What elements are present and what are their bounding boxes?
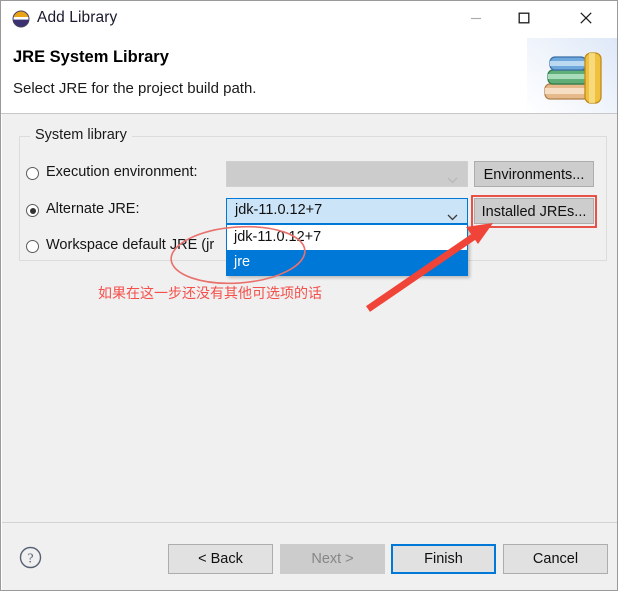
title-bar: Add Library xyxy=(1,1,617,38)
radio-label-workspace-default-jre: Workspace default JRE (jr xyxy=(46,237,215,253)
finish-button[interactable]: Finish xyxy=(391,544,496,574)
close-button[interactable] xyxy=(563,1,609,35)
window-title: Add Library xyxy=(37,9,118,26)
next-button: Next > xyxy=(280,544,385,574)
execution-environment-combo[interactable] xyxy=(226,161,468,187)
add-library-dialog: Add Library JRE System Library Select JR… xyxy=(0,0,618,591)
radio-workspace-default-jre[interactable] xyxy=(26,240,39,253)
dropdown-item[interactable]: jre xyxy=(227,250,467,275)
maximize-icon xyxy=(518,12,530,24)
radio-label-execution-environment: Execution environment: xyxy=(46,164,198,180)
footer-separator xyxy=(2,522,617,523)
radio-alternate-jre[interactable] xyxy=(26,204,39,217)
alternate-jre-combo-value: jdk-11.0.12+7 xyxy=(235,202,323,218)
alternate-jre-dropdown-list[interactable]: jdk-11.0.12+7 jre xyxy=(226,224,468,276)
svg-text:?: ? xyxy=(28,551,34,566)
dropdown-item[interactable]: jdk-11.0.12+7 xyxy=(227,225,467,250)
alternate-jre-combo[interactable]: jdk-11.0.12+7 xyxy=(226,198,468,224)
minimize-button[interactable] xyxy=(453,1,499,35)
maximize-button[interactable] xyxy=(501,1,547,35)
dialog-header: JRE System Library Select JRE for the pr… xyxy=(2,38,617,114)
chevron-down-icon xyxy=(447,171,458,189)
radio-execution-environment[interactable] xyxy=(26,167,39,180)
minimize-icon xyxy=(471,17,481,20)
radio-label-alternate-jre: Alternate JRE: xyxy=(46,201,140,217)
page-title: JRE System Library xyxy=(13,48,169,66)
cancel-button[interactable]: Cancel xyxy=(503,544,608,574)
installed-jres-button[interactable]: Installed JREs... xyxy=(474,198,594,224)
back-button[interactable]: < Back xyxy=(168,544,273,574)
close-icon xyxy=(580,12,592,24)
eclipse-icon xyxy=(12,10,30,28)
page-description: Select JRE for the project build path. xyxy=(13,80,257,97)
environments-button[interactable]: Environments... xyxy=(474,161,594,187)
help-icon[interactable]: ? xyxy=(19,546,42,569)
books-stack-icon xyxy=(527,38,617,114)
dialog-body: System library Execution environment: En… xyxy=(2,114,617,522)
group-label: System library xyxy=(30,127,132,143)
annotation-note-text: 如果在这一步还没有其他可选项的话 xyxy=(98,286,322,302)
